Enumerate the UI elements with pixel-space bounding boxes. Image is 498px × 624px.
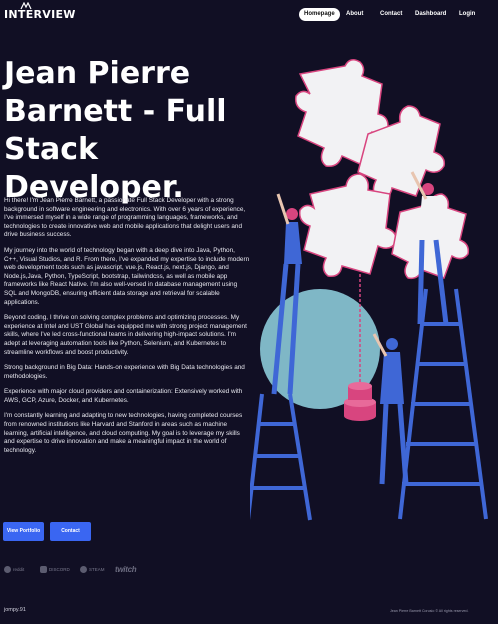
view-portfolio-button[interactable]: View Portfolio — [3, 522, 44, 541]
logo-mark-icon — [20, 2, 32, 10]
contact-button[interactable]: Contact — [50, 522, 91, 541]
bio-paragraph: I'm constantly learning and adapting to … — [4, 412, 243, 454]
bio-paragraph: My journey into the world of technology … — [4, 246, 250, 306]
brand-label: DISCORD — [49, 567, 70, 572]
brand-twitch: twitch — [115, 565, 137, 574]
hero-title: Jean Pierre Barnett - Full Stack Develop… — [4, 56, 227, 205]
site-logo[interactable]: INTERVIEW — [4, 2, 76, 21]
top-navbar: INTERVIEW Homepage About Contact Dashboa… — [0, 0, 498, 30]
steam-icon — [80, 566, 87, 573]
nav-contact[interactable]: Contact — [375, 8, 407, 21]
footer-copyright: Jean Pierre Barnett Corusio © All rights… — [390, 609, 469, 613]
brand-label: STEAM — [89, 567, 105, 572]
nav-homepage[interactable]: Homepage — [299, 8, 340, 21]
nav-about[interactable]: About — [341, 8, 368, 21]
stacked-discs — [344, 382, 376, 421]
discord-icon — [40, 566, 47, 573]
bio-paragraph: Strong background in Big Data: Hands-on … — [4, 364, 245, 380]
reddit-icon — [4, 566, 11, 573]
footer-handle: jompy.91 — [4, 607, 26, 613]
left-ladder — [250, 393, 312, 521]
brand-label: reddit — [13, 567, 25, 572]
nav-dashboard[interactable]: Dashboard — [410, 8, 451, 21]
brand-reddit: reddit — [4, 566, 24, 573]
logo-text: INTERVIEW — [4, 8, 76, 21]
bio-text: Hi there! I'm Jean Pierre Barnett, a pas… — [4, 197, 250, 462]
bio-paragraph: Hi there! I'm Jean Pierre Barnett, a pas… — [4, 197, 246, 239]
bio-paragraph: Experience with major cloud providers an… — [4, 388, 243, 404]
right-ladder — [398, 288, 488, 520]
nav-login[interactable]: Login — [454, 8, 480, 21]
bio-paragraph: Beyond coding, I thrive on solving compl… — [4, 314, 247, 356]
twitch-icon: twitch — [115, 565, 137, 574]
brand-discord: DISCORD — [40, 566, 70, 573]
brand-steam: STEAM — [80, 566, 105, 573]
puzzle-team-illustration — [250, 59, 488, 521]
